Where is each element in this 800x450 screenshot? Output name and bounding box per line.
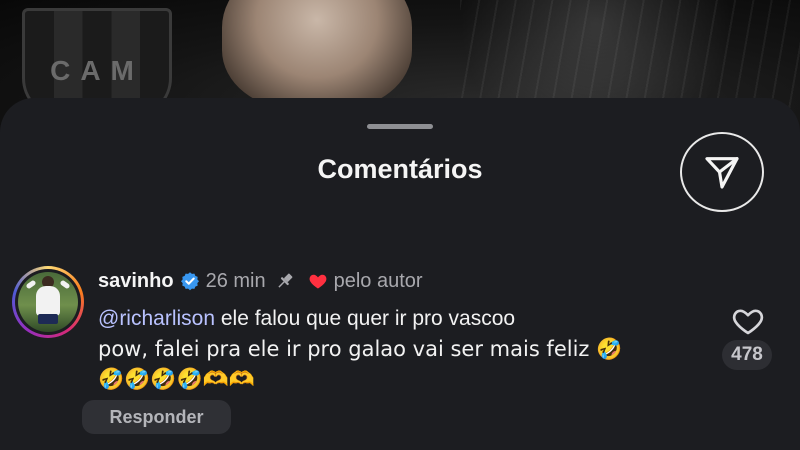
liked-by-author: pelo autor [333,269,423,292]
comment-time: 26 min [205,269,266,292]
verified-icon [180,271,200,291]
comment-line-2: pow, falei pra ele ir pro galao vai ser … [98,337,623,361]
comment-body: @richarlison ele falou que quer ir pro v… [98,304,708,394]
avatar[interactable] [12,266,84,338]
sheet-grabber[interactable] [367,124,433,129]
player-photo [222,0,412,110]
crest-text: CAM [50,55,144,86]
comment-meta: savinho 26 min pelo autor [98,267,423,295]
mention-link[interactable]: @richarlison [98,307,215,330]
reply-button[interactable]: Responder [82,400,231,434]
like-count: 478 [722,340,772,370]
pin-icon [274,270,296,292]
comment-text-1: ele falou que quer ir pro vascoo [215,307,516,330]
heart-outline-icon[interactable] [731,304,765,338]
comment-item: savinho 26 min pelo autor @richarlison e… [0,168,800,391]
heart-filled-icon [308,271,328,291]
comment-line-3: 🤣🤣🤣🤣🫶🫶 [98,367,255,391]
comment-line-1: @richarlison ele falou que quer ir pro v… [98,304,708,334]
comment-username[interactable]: savinho [98,270,174,293]
